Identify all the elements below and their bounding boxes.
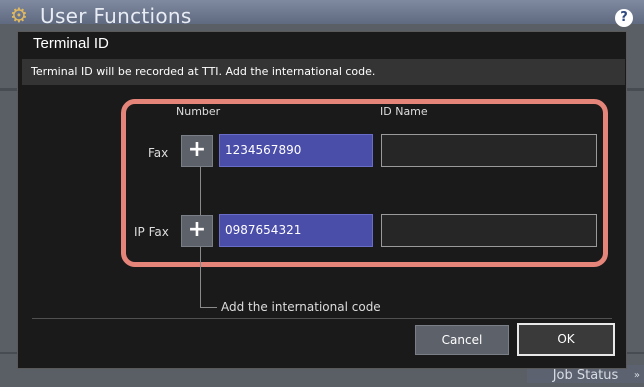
- app-header: ⚙ User Functions ?: [0, 0, 644, 28]
- ip-fax-add-code-button[interactable]: +: [181, 215, 213, 247]
- chevron-right-icon: »: [633, 370, 640, 381]
- message-text: Terminal ID will be recorded at TTI. Add…: [31, 65, 376, 78]
- plus-icon: +: [187, 217, 207, 242]
- ip-fax-number-field[interactable]: 0987654321: [219, 214, 373, 247]
- fax-label: Fax: [148, 146, 169, 160]
- gear-icon: ⚙: [10, 3, 28, 27]
- column-header-number: Number: [176, 105, 221, 118]
- fax-id-name-field[interactable]: [381, 134, 597, 167]
- ip-fax-label: IP Fax: [134, 225, 169, 239]
- fax-add-code-button[interactable]: +: [181, 135, 213, 167]
- app-title: User Functions: [40, 4, 192, 28]
- international-code-note: Add the international code: [221, 300, 381, 314]
- connector-line: [200, 307, 217, 308]
- dialog-title: Terminal ID: [33, 35, 109, 52]
- job-status-label: Job Status: [552, 368, 619, 383]
- cancel-button[interactable]: Cancel: [415, 325, 509, 355]
- column-header-id-name: ID Name: [380, 105, 428, 118]
- connector-line: [200, 247, 201, 307]
- ip-fax-id-name-field[interactable]: [381, 214, 597, 247]
- connector-line: [200, 167, 201, 215]
- footer-divider: [32, 318, 612, 319]
- fax-number-field[interactable]: 1234567890: [219, 134, 373, 167]
- ok-button[interactable]: OK: [517, 323, 615, 356]
- help-icon[interactable]: ?: [615, 9, 633, 27]
- plus-icon: +: [187, 137, 207, 162]
- message-bar: Terminal ID will be recorded at TTI. Add…: [22, 59, 625, 85]
- terminal-id-dialog: Terminal ID Terminal ID will be recorded…: [17, 31, 627, 369]
